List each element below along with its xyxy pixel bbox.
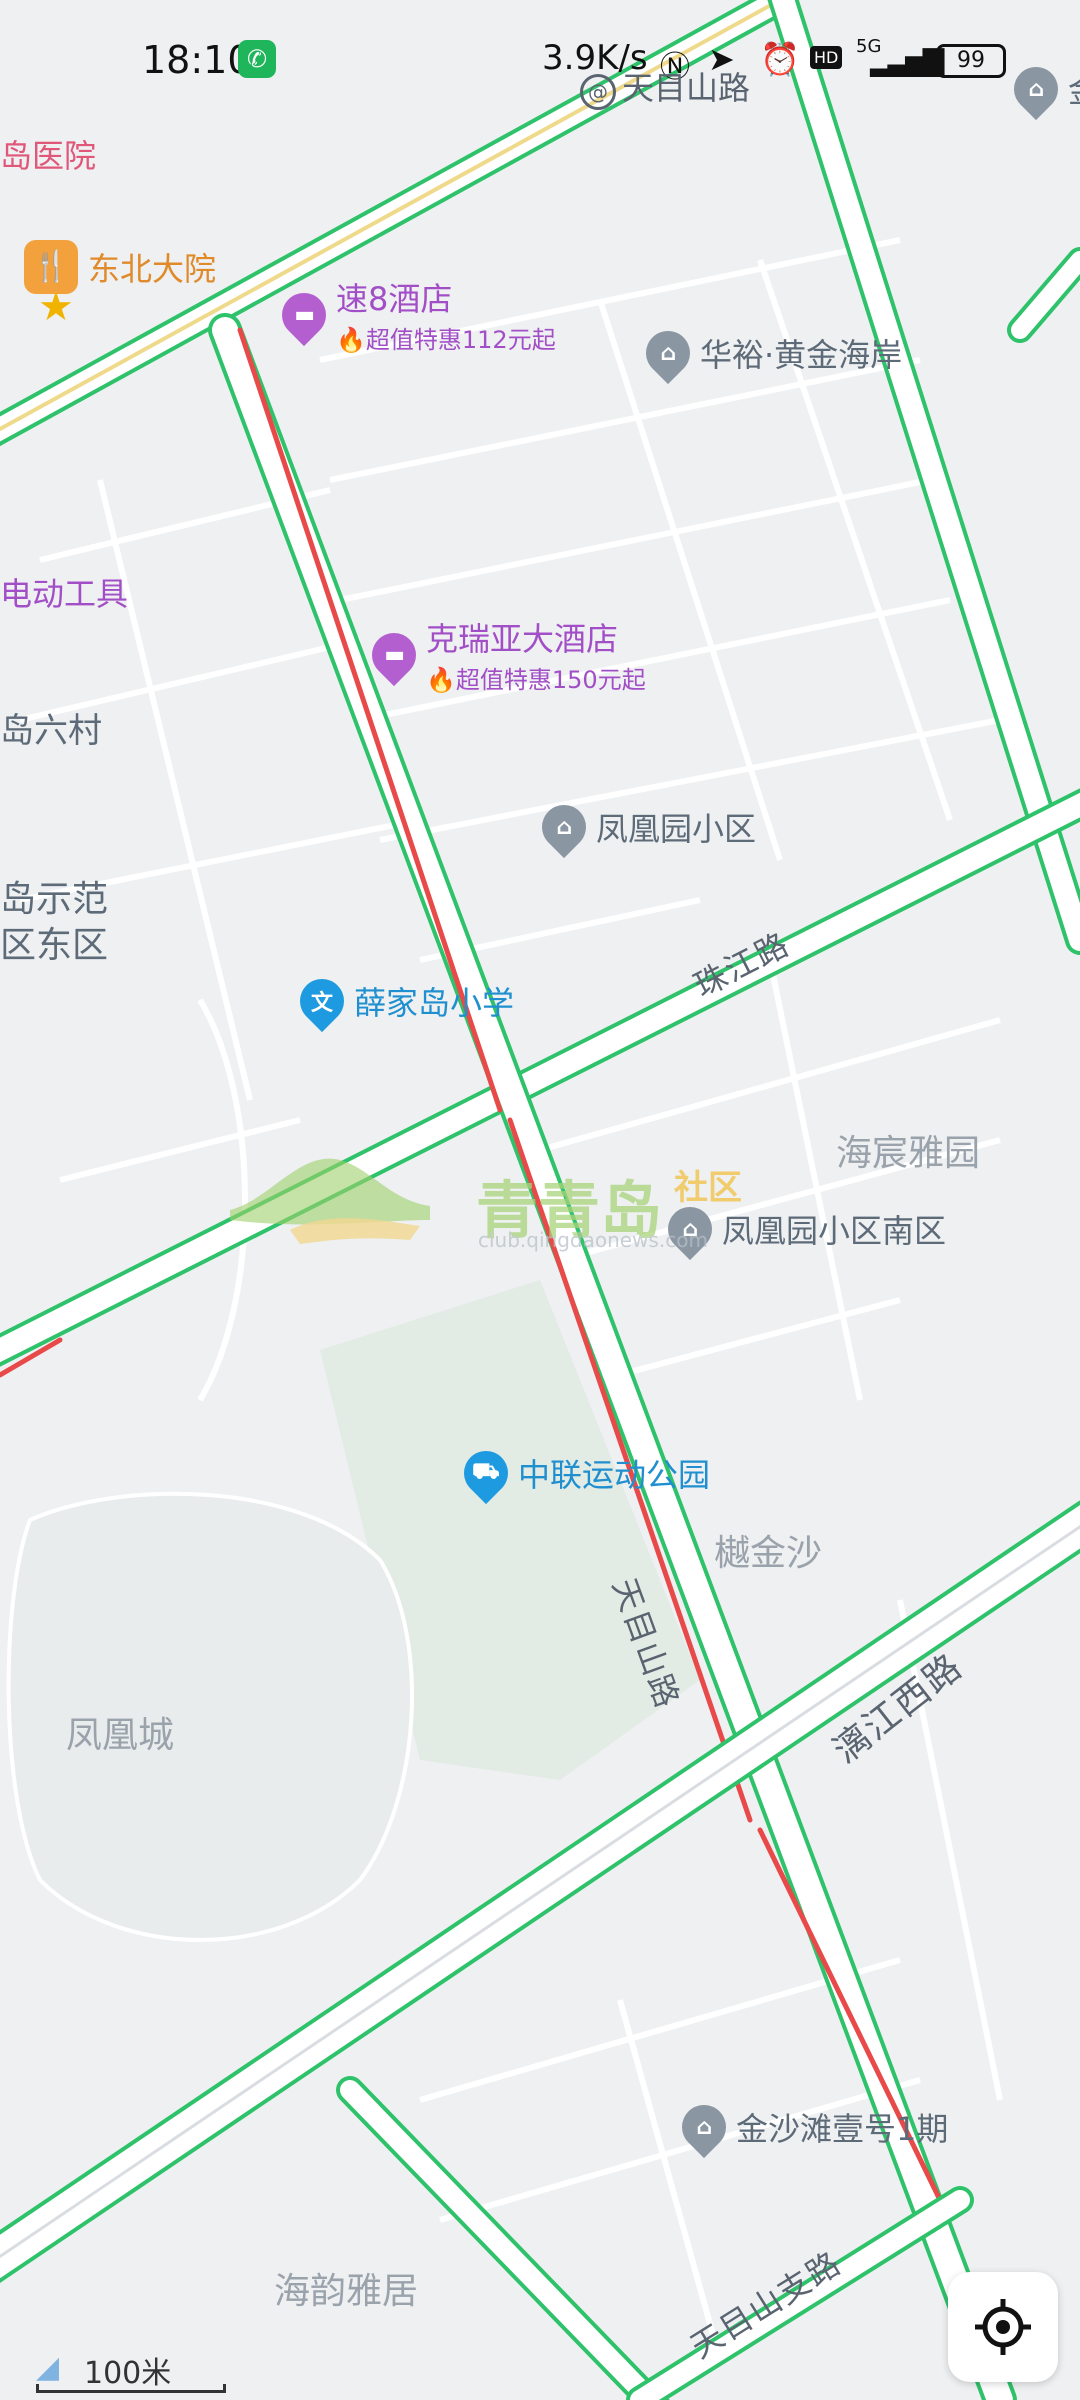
area-label-haichen: 海宸雅园 <box>836 1133 981 1174</box>
residential-icon: ⌂ <box>636 321 700 385</box>
metro-icon: @ <box>580 74 616 110</box>
poi-hotel-kereya[interactable]: ▬ 克瑞亚大酒店 🔥超值特惠150元起 <box>362 614 646 695</box>
battery-icon: 99 <box>936 44 1006 78</box>
scale-bar <box>36 2384 226 2393</box>
alarm-icon: ⏰ <box>760 40 800 78</box>
status-time: 18:10 <box>142 38 252 82</box>
poi-xuejiadao-school[interactable]: 文 薛家岛小学 <box>290 969 514 1033</box>
area-label-yuejinsha: 樾金沙 <box>714 1533 823 1574</box>
map-brand-logo: ◢ <box>36 2350 60 2385</box>
park-icon: ⛟ <box>454 1441 518 1505</box>
area-label-haiyun: 海韵雅居 <box>274 2271 419 2312</box>
residential-icon: ⌂ <box>532 795 596 859</box>
locate-icon <box>975 2299 1031 2355</box>
edge-label-village: 岛六村 <box>0 711 102 751</box>
residential-icon: ⌂ <box>672 2095 736 2159</box>
poi-jinshatan-1[interactable]: ⌂ 金沙滩壹号1期 <box>672 2095 948 2159</box>
road-label-tianmushan-top: @ 天目山路 <box>580 72 750 110</box>
deal-label: 🔥超值特惠150元起 <box>426 666 646 694</box>
deal-label: 🔥超值特惠112元起 <box>336 326 556 354</box>
poi-hotel-su8[interactable]: ▬ 速8酒店 🔥超值特惠112元起 <box>272 274 556 355</box>
phone-icon: ✆ <box>238 40 276 78</box>
poi-fenghuangyuan[interactable]: ⌂ 凤凰园小区 <box>532 795 756 859</box>
hotel-icon: ▬ <box>272 283 336 346</box>
edge-poi-jin[interactable]: ⌂ 金 <box>1004 57 1080 121</box>
watermark-url: club.qingdaonews.com <box>478 1228 708 1252</box>
hd-icon: HD <box>810 46 843 69</box>
residential-icon: ⌂ <box>1004 57 1068 121</box>
edge-label-hospital: 岛医院 <box>0 137 97 175</box>
status-bar: 18:10 ✆ 3.9K/s Ⓝ ➤ ⏰ HD 5G ▂▃▅▇ 99 <box>0 0 1080 120</box>
edge-label-tools: 电动工具 <box>0 575 129 613</box>
edge-label-demo: 岛示范 <box>0 879 109 920</box>
hotel-icon: ▬ <box>362 623 426 686</box>
poi-zhonglian-park[interactable]: ⛟ 中联运动公园 <box>454 1441 710 1505</box>
edge-label-east: 区东区 <box>0 925 109 966</box>
school-icon: 文 <box>290 969 354 1033</box>
signal-icon: ▂▃▅▇ <box>870 44 944 77</box>
area-label-fenghuangcheng: 凤凰城 <box>66 1715 175 1756</box>
poi-huayu-golden-coast[interactable]: ⌂ 华裕·黄金海岸 <box>636 321 902 385</box>
star-icon: ★ <box>38 284 74 330</box>
map-canvas[interactable]: 18:10 ✆ 3.9K/s Ⓝ ➤ ⏰ HD 5G ▂▃▅▇ 99 @ 天目山路… <box>0 0 1080 2400</box>
locate-button[interactable] <box>948 2272 1058 2382</box>
watermark-mountain-logo <box>230 1158 430 1244</box>
